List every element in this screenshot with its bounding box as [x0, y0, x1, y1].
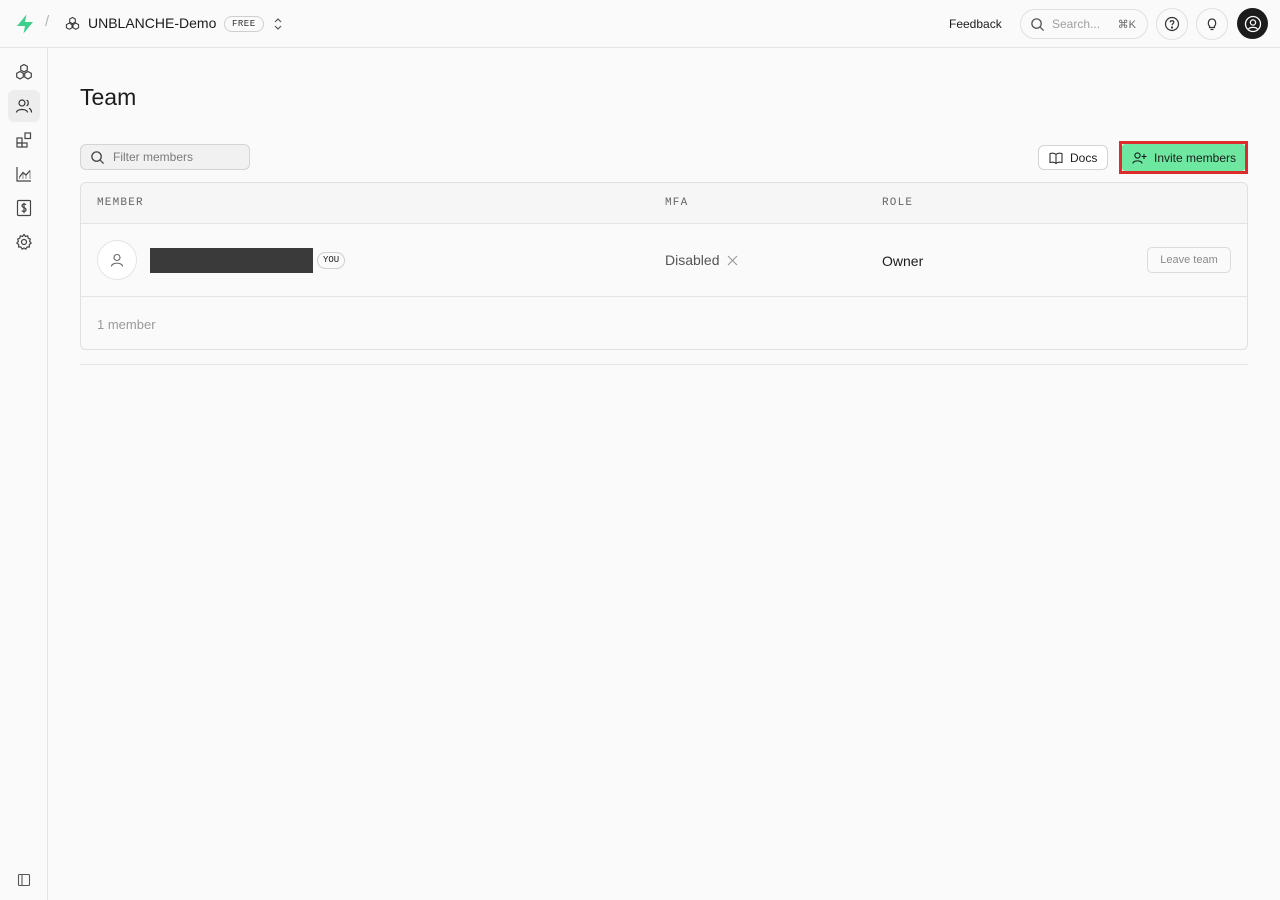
sidebar-item-usage[interactable]: [8, 158, 40, 190]
mfa-status-label: Disabled: [665, 252, 720, 268]
search-input[interactable]: Search... ⌘K: [1020, 9, 1148, 39]
table-header: MEMBER MFA ROLE: [81, 183, 1247, 224]
mfa-status: Disabled: [665, 252, 738, 268]
invite-members-button[interactable]: Invite members: [1122, 144, 1245, 171]
search-shortcut: ⌘K: [1117, 19, 1136, 31]
column-header-member: MEMBER: [97, 197, 144, 209]
table-row: YOU Disabled Owner Leave team: [81, 224, 1247, 297]
filter-members-field[interactable]: [80, 144, 250, 170]
lightbulb-icon: [1207, 18, 1217, 31]
sidebar-item-settings[interactable]: [8, 226, 40, 258]
breadcrumb-separator: /: [45, 13, 50, 30]
chart-icon: [16, 167, 31, 182]
search-icon: [1031, 18, 1045, 32]
dollar-icon: [16, 199, 32, 217]
users-icon: [15, 99, 33, 113]
member-name-redacted: [150, 248, 313, 273]
search-icon: [91, 151, 105, 165]
column-header-mfa: MFA: [665, 197, 689, 209]
x-icon: [728, 255, 738, 265]
member-role: Owner: [882, 253, 924, 269]
leave-team-button[interactable]: Leave team: [1147, 247, 1231, 273]
members-table: MEMBER MFA ROLE YOU Disabled Owner Leave…: [80, 182, 1248, 350]
user-circle-icon: [1244, 15, 1261, 32]
sidebar-item-projects[interactable]: [8, 56, 40, 88]
docs-button[interactable]: Docs: [1038, 145, 1108, 170]
section-divider: [80, 364, 1248, 365]
search-placeholder: Search...: [1052, 17, 1101, 31]
top-bar: / UNBLANCHE-Demo FREE Feedback Search...…: [0, 0, 1280, 48]
docs-label: Docs: [1070, 150, 1098, 165]
sidebar-panel-icon: [17, 873, 31, 887]
user-icon: [110, 253, 124, 267]
feedback-button[interactable]: Feedback: [940, 13, 1011, 35]
invite-members-label: Invite members: [1154, 150, 1237, 165]
blocks-icon: [16, 132, 32, 148]
whats-new-button[interactable]: [1196, 8, 1228, 40]
book-open-icon: [1049, 152, 1063, 164]
sidebar-item-integrations[interactable]: [8, 124, 40, 156]
sidebar: [0, 48, 48, 900]
gear-icon: [15, 233, 33, 251]
chevron-up-down-icon[interactable]: [272, 16, 284, 32]
member-count: 1 member: [97, 317, 156, 332]
filter-members-input[interactable]: [113, 148, 243, 166]
help-icon: [1164, 16, 1180, 32]
user-plus-icon: [1132, 151, 1147, 164]
plan-badge: FREE: [224, 16, 264, 32]
you-badge: YOU: [317, 252, 346, 269]
sidebar-collapse-button[interactable]: [16, 872, 32, 888]
cube-cluster-icon: [16, 63, 32, 80]
supabase-logo-icon[interactable]: [14, 13, 36, 35]
avatar: [97, 240, 137, 280]
column-header-role: ROLE: [882, 197, 914, 209]
help-button[interactable]: [1156, 8, 1188, 40]
page-title: Team: [80, 84, 137, 110]
sidebar-item-team[interactable]: [8, 90, 40, 122]
org-name[interactable]: UNBLANCHE-Demo: [88, 15, 216, 31]
account-avatar-button[interactable]: [1237, 8, 1268, 39]
sidebar-item-billing[interactable]: [8, 192, 40, 224]
org-cube-icon: [65, 16, 80, 30]
